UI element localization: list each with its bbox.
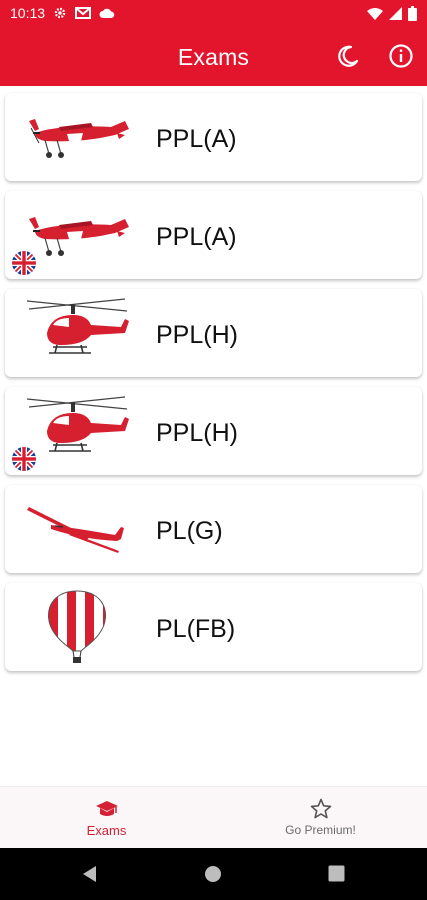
settings-icon	[54, 7, 66, 19]
balloon-icon	[48, 590, 106, 663]
airplane-icon	[29, 119, 129, 158]
system-navigation-bar	[0, 848, 427, 900]
exam-label: PPL(H)	[156, 419, 238, 447]
exam-card-pl-g[interactable]: PL(G)	[5, 485, 422, 573]
graduation-cap-icon	[95, 801, 118, 816]
exam-label: PPL(A)	[156, 125, 237, 153]
page-title: Exams	[177, 44, 250, 70]
airplane-icon	[29, 217, 129, 256]
nav-label-go-premium: Go Premium!	[285, 823, 356, 837]
exam-label: PL(FB)	[156, 615, 236, 643]
gmail-icon	[75, 7, 92, 19]
cloud-icon	[99, 8, 115, 18]
exam-card-ppl-h-english[interactable]: PPL(H)	[5, 387, 422, 475]
helicopter-icon	[26, 396, 129, 452]
helicopter-icon	[26, 298, 129, 354]
nav-item-exams[interactable]: Exams	[0, 787, 213, 849]
status-time: 10:13	[10, 5, 46, 21]
exam-card-ppl-a-english[interactable]: PPL(A)	[5, 191, 422, 279]
nav-item-go-premium[interactable]: Go Premium!	[214, 787, 427, 849]
recents-icon[interactable]	[328, 865, 345, 882]
star-icon	[310, 798, 331, 819]
dark-mode-icon[interactable]	[334, 42, 362, 70]
battery-icon	[408, 5, 417, 21]
back-icon[interactable]	[81, 865, 99, 883]
app-bar: Exams	[0, 26, 427, 86]
exam-label: PPL(H)	[156, 321, 238, 349]
signal-icon	[389, 6, 402, 20]
info-icon[interactable]	[387, 42, 415, 70]
exam-card-ppl-h[interactable]: PPL(H)	[5, 289, 422, 377]
exam-label: PPL(A)	[156, 223, 237, 251]
glider-icon	[27, 507, 124, 553]
bottom-navigation: Exams Go Premium!	[0, 786, 427, 849]
uk-flag-icon	[12, 447, 36, 471]
nav-label-exams: Exams	[86, 823, 127, 838]
wifi-icon	[367, 7, 383, 20]
home-icon[interactable]	[204, 865, 222, 883]
exam-label: PL(G)	[156, 517, 223, 545]
exam-card-pl-fb[interactable]: PL(FB)	[5, 583, 422, 671]
exam-card-ppl-a[interactable]: PPL(A)	[5, 93, 422, 181]
uk-flag-icon	[12, 251, 36, 275]
exam-list: PPL(A) PPL(A) PPL(H) PPL(H) PL(G) PL(FB)	[0, 86, 427, 786]
status-bar: 10:13	[0, 0, 427, 26]
